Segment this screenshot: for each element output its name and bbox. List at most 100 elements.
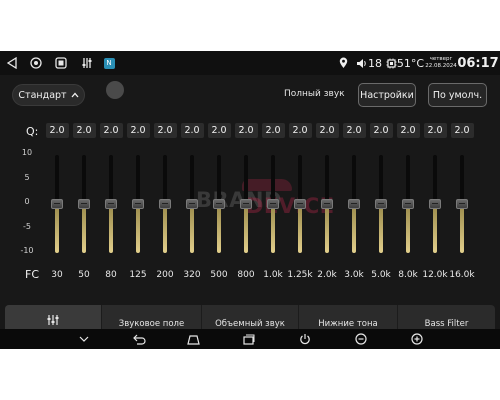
fc-label: FC: [25, 268, 40, 281]
slider-knob[interactable]: [105, 199, 117, 209]
scale-tick-label: 0: [24, 197, 30, 206]
volume-down-icon[interactable]: [353, 329, 369, 349]
q-value-field[interactable]: 2.0: [45, 123, 69, 138]
volume-up-icon[interactable]: [409, 329, 425, 349]
slider-fill: [325, 204, 329, 253]
slider-fill: [217, 204, 221, 253]
back-arrow-icon[interactable]: [131, 329, 147, 349]
slider-fill: [109, 204, 113, 253]
equalizer-sliders-icon: [46, 313, 60, 328]
slider-fill: [136, 204, 140, 253]
q-value-field[interactable]: 2.0: [153, 123, 177, 138]
app-badge-icon[interactable]: N: [102, 51, 116, 75]
slider-knob[interactable]: [240, 199, 252, 209]
q-value-field[interactable]: 2.0: [423, 123, 447, 138]
slider-knob[interactable]: [321, 199, 333, 209]
frequency-label: 3.0k: [344, 270, 364, 280]
slider-knob[interactable]: [267, 199, 279, 209]
frequency-label: 2.0k: [317, 270, 337, 280]
frequency-label: 16.0k: [449, 270, 475, 280]
navigation-bar: [0, 329, 500, 349]
temperature-value: 51°C: [396, 56, 425, 70]
q-value-field[interactable]: 2.0: [234, 123, 258, 138]
frequency-label: 1.25k: [287, 270, 313, 280]
equalizer-app-icon[interactable]: [79, 51, 95, 75]
q-value-field[interactable]: 2.0: [126, 123, 150, 138]
date-text: 22.08.2024: [425, 63, 457, 69]
slider-fill: [190, 204, 194, 253]
tab-bass[interactable]: Нижние тона: [298, 305, 397, 329]
tab-sound-field[interactable]: Звуковое поле: [101, 305, 201, 329]
q-value-field[interactable]: 2.0: [450, 123, 474, 138]
frequency-label: 5.0k: [371, 270, 391, 280]
weekday-text: четверг: [429, 56, 453, 62]
frequency-label: 125: [129, 270, 147, 280]
frequency-label: 12.0k: [422, 270, 448, 280]
slider-fill: [271, 204, 275, 253]
q-value-field[interactable]: 2.0: [99, 123, 123, 138]
frequency-label: 500: [210, 270, 228, 280]
preset-label: Стандарт: [18, 89, 67, 101]
q-value-field[interactable]: 2.0: [342, 123, 366, 138]
volume-value: 18: [368, 56, 382, 70]
frequency-label: 80: [105, 270, 117, 280]
slider-fill: [244, 204, 248, 253]
q-label: Q:: [26, 125, 39, 138]
recent-apps-icon[interactable]: [240, 329, 256, 349]
slider-fill: [352, 204, 356, 253]
q-value-field[interactable]: 2.0: [180, 123, 204, 138]
q-value-field[interactable]: 2.0: [288, 123, 312, 138]
slider-fill: [433, 204, 437, 253]
power-icon[interactable]: [297, 329, 313, 349]
scale-tick-label: 10: [21, 148, 33, 157]
frequency-label: 320: [183, 270, 201, 280]
slider-knob[interactable]: [402, 199, 414, 209]
slider-knob[interactable]: [429, 199, 441, 209]
location-pin-icon: [336, 51, 350, 75]
slider-fill: [406, 204, 410, 253]
indicator-dot: [106, 81, 124, 99]
slider-knob[interactable]: [132, 199, 144, 209]
slider-knob[interactable]: [456, 199, 468, 209]
tab-equalizer[interactable]: [5, 305, 101, 329]
frequency-label: 1.0k: [263, 270, 283, 280]
tab-surround[interactable]: Объемный звук: [201, 305, 298, 329]
preset-dropdown[interactable]: Стандарт: [12, 84, 85, 106]
tab-bass-filter[interactable]: Bass Filter: [397, 305, 495, 329]
settings-button[interactable]: Настройки: [358, 83, 416, 107]
slider-fill: [298, 204, 302, 253]
slider-knob[interactable]: [78, 199, 90, 209]
slider-knob[interactable]: [375, 199, 387, 209]
slider-knob[interactable]: [51, 199, 63, 209]
slider-knob[interactable]: [186, 199, 198, 209]
scale-tick-label: 5: [24, 172, 30, 182]
slider-knob[interactable]: [348, 199, 360, 209]
frequency-label: 8.0k: [398, 270, 418, 280]
q-value-field[interactable]: 2.0: [261, 123, 285, 138]
slider-knob[interactable]: [159, 199, 171, 209]
q-value-field[interactable]: 2.0: [369, 123, 393, 138]
q-value-field[interactable]: 2.0: [72, 123, 96, 138]
clock-time: 06:17: [457, 55, 499, 71]
status-bar: N 18 51°C четверг 22.08.2024 06:17: [0, 51, 500, 75]
q-value-field[interactable]: 2.0: [396, 123, 420, 138]
slider-fill: [163, 204, 167, 253]
q-value-field[interactable]: 2.0: [207, 123, 231, 138]
slider-fill: [55, 204, 59, 253]
back-triangle-icon[interactable]: [4, 51, 20, 75]
home-circle-icon[interactable]: [28, 51, 44, 75]
date-block: четверг 22.08.2024: [423, 51, 459, 75]
slider-knob[interactable]: [213, 199, 225, 209]
recent-square-icon[interactable]: [53, 51, 69, 75]
app-badge-label: N: [103, 57, 115, 69]
slider-knob[interactable]: [294, 199, 306, 209]
frequency-label: 800: [237, 270, 255, 280]
frequency-label: 50: [78, 270, 90, 280]
chevron-down-icon[interactable]: [76, 329, 92, 349]
home-icon[interactable]: [185, 329, 201, 349]
scale-tick-label: -5: [23, 221, 31, 231]
default-button[interactable]: По умолч.: [428, 83, 487, 107]
q-value-field[interactable]: 2.0: [315, 123, 339, 138]
slider-fill: [82, 204, 86, 253]
scale-tick-label: -10: [20, 246, 34, 255]
